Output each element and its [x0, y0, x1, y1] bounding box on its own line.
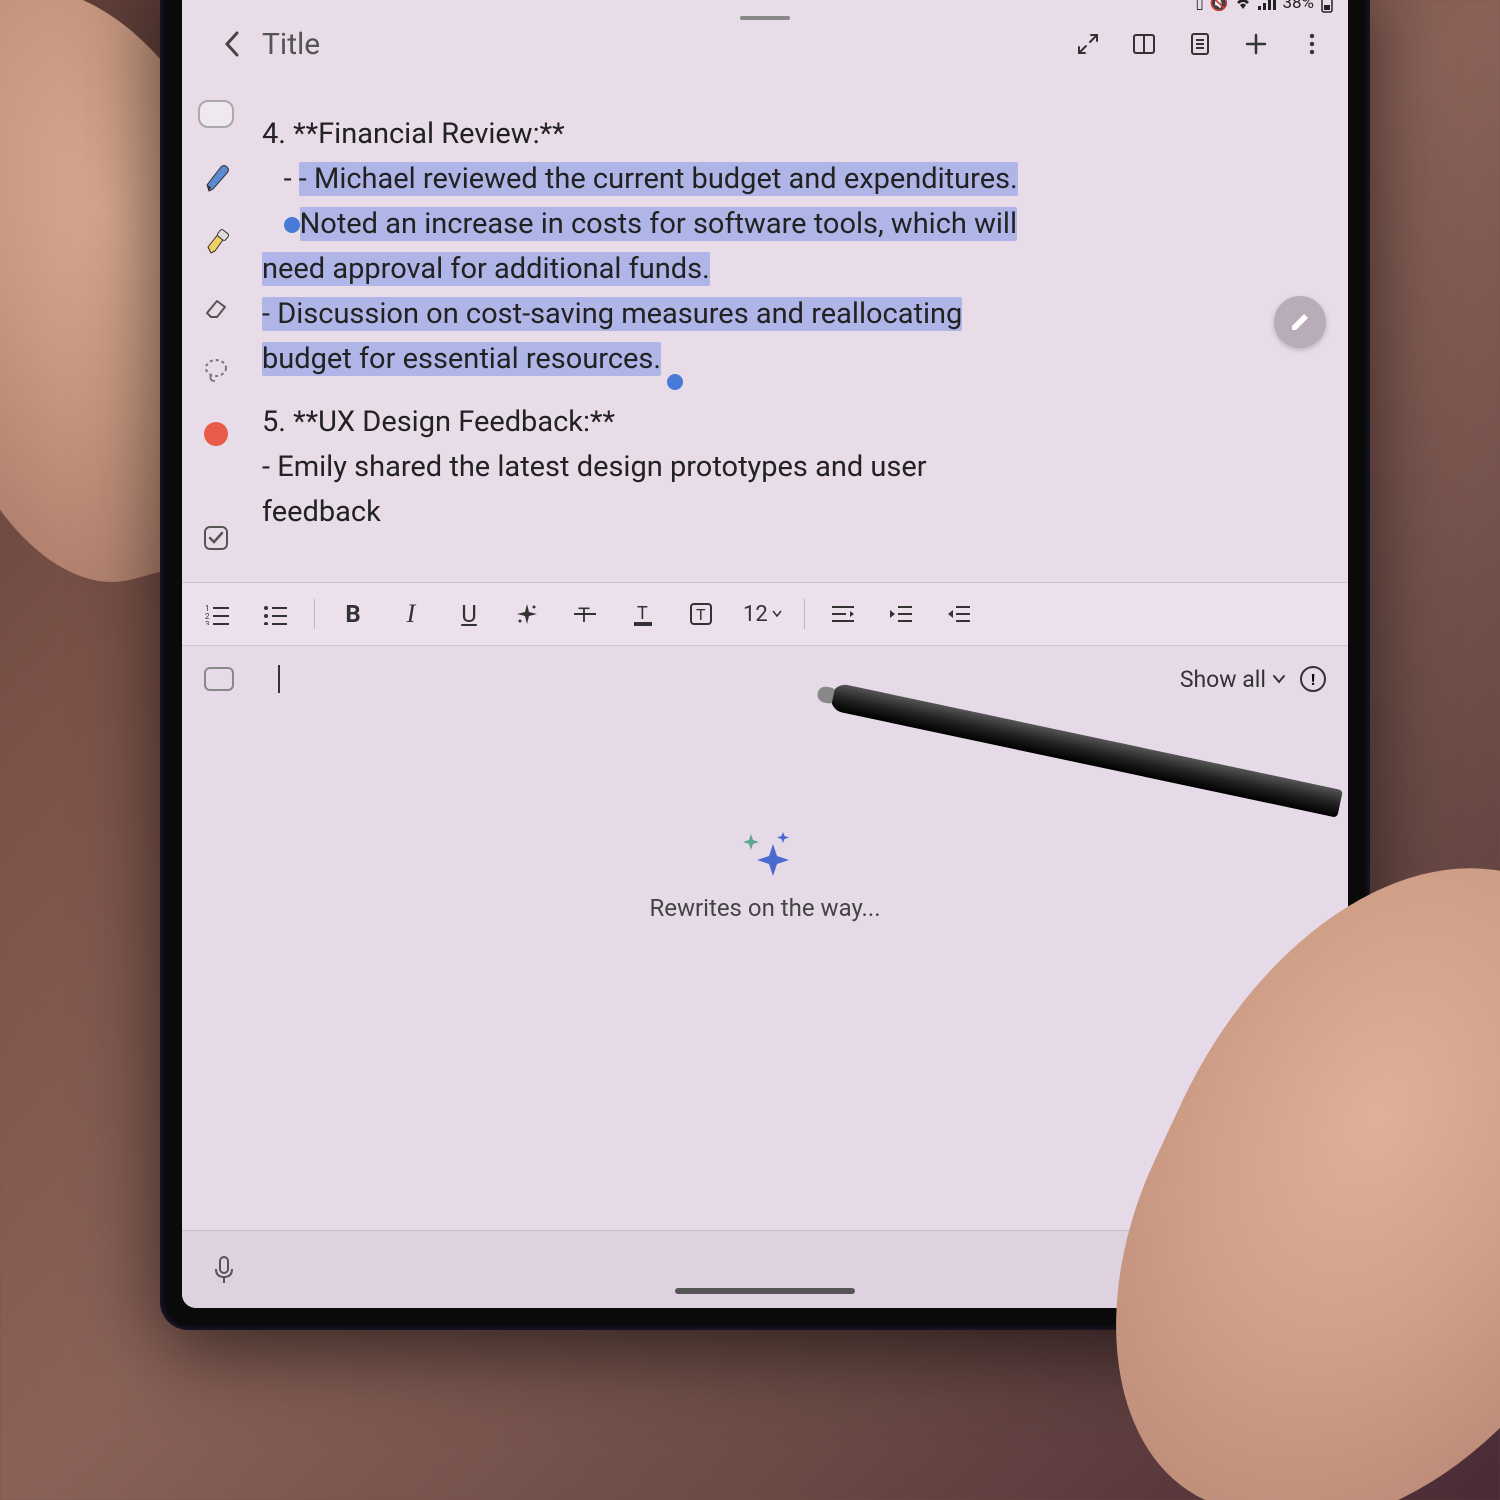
- font-size-selector[interactable]: 12: [735, 602, 790, 627]
- screen: ▯ 🔇 38% Title: [182, 0, 1348, 1308]
- format-toolbar: 123 B I U T T T 12: [182, 582, 1348, 646]
- checkbox-tool[interactable]: [196, 518, 236, 558]
- svg-text:T: T: [696, 605, 706, 624]
- outdent-button[interactable]: [935, 590, 983, 638]
- underline-button[interactable]: U: [445, 590, 493, 638]
- vibrate-icon: ▯: [1195, 0, 1203, 12]
- loading-text: Rewrites on the way...: [649, 894, 880, 922]
- signal-icon: [1258, 0, 1276, 10]
- ai-loading: Rewrites on the way...: [182, 826, 1348, 922]
- add-icon[interactable]: [1240, 28, 1272, 60]
- nav-pill[interactable]: [675, 1288, 855, 1294]
- expand-icon[interactable]: [1072, 28, 1104, 60]
- back-button[interactable]: [212, 24, 252, 64]
- status-bar: ▯ 🔇 38%: [1181, 0, 1348, 18]
- battery-percent: 38%: [1282, 0, 1314, 13]
- page-title[interactable]: Title: [262, 27, 1072, 62]
- note-line: - Discussion on cost-saving measures and…: [262, 292, 1316, 337]
- note-body[interactable]: 4. **Financial Review:** - - Michael rev…: [244, 96, 1334, 576]
- pen-tool[interactable]: [196, 158, 236, 198]
- bullet-list-button[interactable]: [252, 590, 300, 638]
- lasso-tool[interactable]: [196, 350, 236, 390]
- text-color-button[interactable]: T: [619, 590, 667, 638]
- wifi-icon: [1234, 0, 1252, 10]
- sparkles-icon: [735, 826, 795, 876]
- selection-start-handle[interactable]: [284, 217, 300, 233]
- svg-text:T: T: [637, 603, 648, 624]
- mute-icon: 🔇: [1210, 0, 1229, 12]
- note-line: Noted an increase in costs for software …: [262, 202, 1316, 247]
- keyboard-tool[interactable]: [196, 94, 236, 134]
- svg-text:3: 3: [205, 620, 210, 625]
- keyboard-icon[interactable]: [204, 667, 234, 691]
- battery-icon: [1320, 0, 1334, 13]
- text-cursor[interactable]: [278, 665, 280, 693]
- note-line: - - Michael reviewed the current budget …: [262, 157, 1316, 202]
- header: Title: [182, 14, 1348, 74]
- more-icon[interactable]: [1296, 28, 1328, 60]
- note-line: budget for essential resources.: [262, 337, 1316, 382]
- edit-fab[interactable]: [1274, 296, 1326, 348]
- ai-sparkle-button[interactable]: [503, 590, 551, 638]
- italic-button[interactable]: I: [387, 590, 435, 638]
- page-layout-icon[interactable]: [1184, 28, 1216, 60]
- align-button[interactable]: [819, 590, 867, 638]
- bold-button[interactable]: B: [329, 590, 377, 638]
- tool-rail: [192, 86, 240, 558]
- selection-end-handle[interactable]: [667, 374, 683, 390]
- note-line: - Emily shared the latest design prototy…: [262, 445, 1316, 490]
- note-line: need approval for additional funds.: [262, 247, 1316, 292]
- info-icon[interactable]: !: [1300, 666, 1326, 692]
- reading-mode-icon[interactable]: [1128, 28, 1160, 60]
- color-picker[interactable]: [196, 414, 236, 454]
- note-line: 4. **Financial Review:**: [262, 112, 1316, 157]
- note-line: feedback: [262, 490, 1316, 535]
- text-background-button[interactable]: T: [677, 590, 725, 638]
- show-all-button[interactable]: Show all: [1180, 666, 1286, 693]
- note-line: 5. **UX Design Feedback:**: [262, 400, 1316, 445]
- highlighter-tool[interactable]: [196, 222, 236, 262]
- numbered-list-button[interactable]: 123: [194, 590, 242, 638]
- indent-button[interactable]: [877, 590, 925, 638]
- ai-panel-header: Show all !: [182, 646, 1348, 712]
- eraser-tool[interactable]: [196, 286, 236, 326]
- mic-button[interactable]: [206, 1252, 242, 1288]
- strikethrough-button[interactable]: T: [561, 590, 609, 638]
